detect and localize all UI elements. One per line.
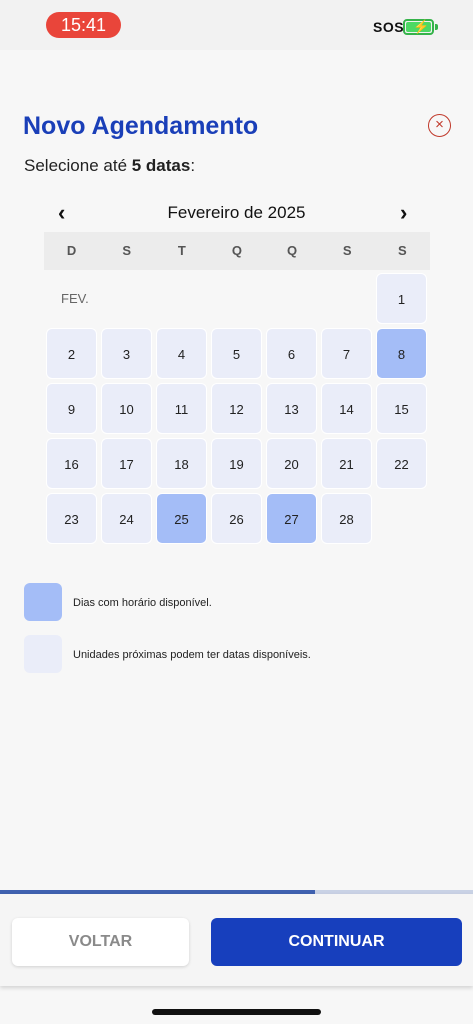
calendar-day[interactable]: 10 [101,383,152,434]
calendar-day[interactable]: 8 [376,328,427,379]
weekday: S [342,243,352,258]
calendar-day[interactable]: 20 [266,438,317,489]
month-abbreviation: FEV. [61,291,89,306]
chevron-right-icon[interactable]: › [400,200,407,226]
legend-available-swatch [24,583,62,621]
calendar-day[interactable]: 23 [46,493,97,544]
instructions-suffix: : [190,156,196,175]
calendar-day[interactable]: 15 [376,383,427,434]
calendar-day[interactable]: 21 [321,438,372,489]
calendar-day[interactable]: 9 [46,383,97,434]
calendar-day[interactable]: 4 [156,328,207,379]
battery-tip [435,24,438,30]
calendar-day[interactable]: 24 [101,493,152,544]
page-title: Novo Agendamento [23,112,259,140]
calendar-day[interactable]: 2 [46,328,97,379]
continue-button[interactable]: CONTINUAR [211,918,462,966]
calendar-day[interactable]: 13 [266,383,317,434]
calendar-day[interactable]: 7 [321,328,372,379]
battery-icon: ⚡ [403,19,434,35]
calendar-day[interactable]: 19 [211,438,262,489]
sos-indicator: SOS [373,19,405,35]
calendar-day[interactable]: 25 [156,493,207,544]
calendar-day[interactable]: 6 [266,328,317,379]
weekday-header: D S T Q Q S S [44,232,430,270]
calendar-day[interactable]: 14 [321,383,372,434]
close-icon[interactable]: × [428,114,451,137]
calendar-day[interactable]: 5 [211,328,262,379]
status-bar: 15:41 SOS ⚡ [0,0,473,50]
calendar-day[interactable]: 22 [376,438,427,489]
calendar-day[interactable]: 18 [156,438,207,489]
weekday: D [66,243,77,258]
status-time: 15:41 [46,12,121,38]
calendar-day[interactable]: 16 [46,438,97,489]
weekday: Q [287,243,298,258]
calendar-day[interactable]: 11 [156,383,207,434]
calendar-day[interactable]: 28 [321,493,372,544]
calendar-day[interactable]: 27 [266,493,317,544]
weekday: T [177,243,186,258]
weekday: S [122,243,132,258]
weekday: Q [231,243,242,258]
calendar-day[interactable]: 26 [211,493,262,544]
instructions: Selecione até 5 datas: [24,156,195,176]
weekday: S [397,243,407,258]
calendar-day[interactable]: 12 [211,383,262,434]
back-button[interactable]: VOLTAR [12,918,189,966]
home-indicator [152,1009,321,1015]
instructions-bold: 5 datas [131,156,191,175]
calendar-day[interactable]: 17 [101,438,152,489]
legend-nearby-swatch [24,635,62,673]
calendar-day[interactable]: 1 [376,273,427,324]
instructions-prefix: Selecione até [24,156,132,175]
legend-available-label: Dias com horário disponível. [73,597,212,609]
legend-nearby-label: Unidades próximas podem ter datas dispon… [73,649,311,661]
calendar-day[interactable]: 3 [101,328,152,379]
